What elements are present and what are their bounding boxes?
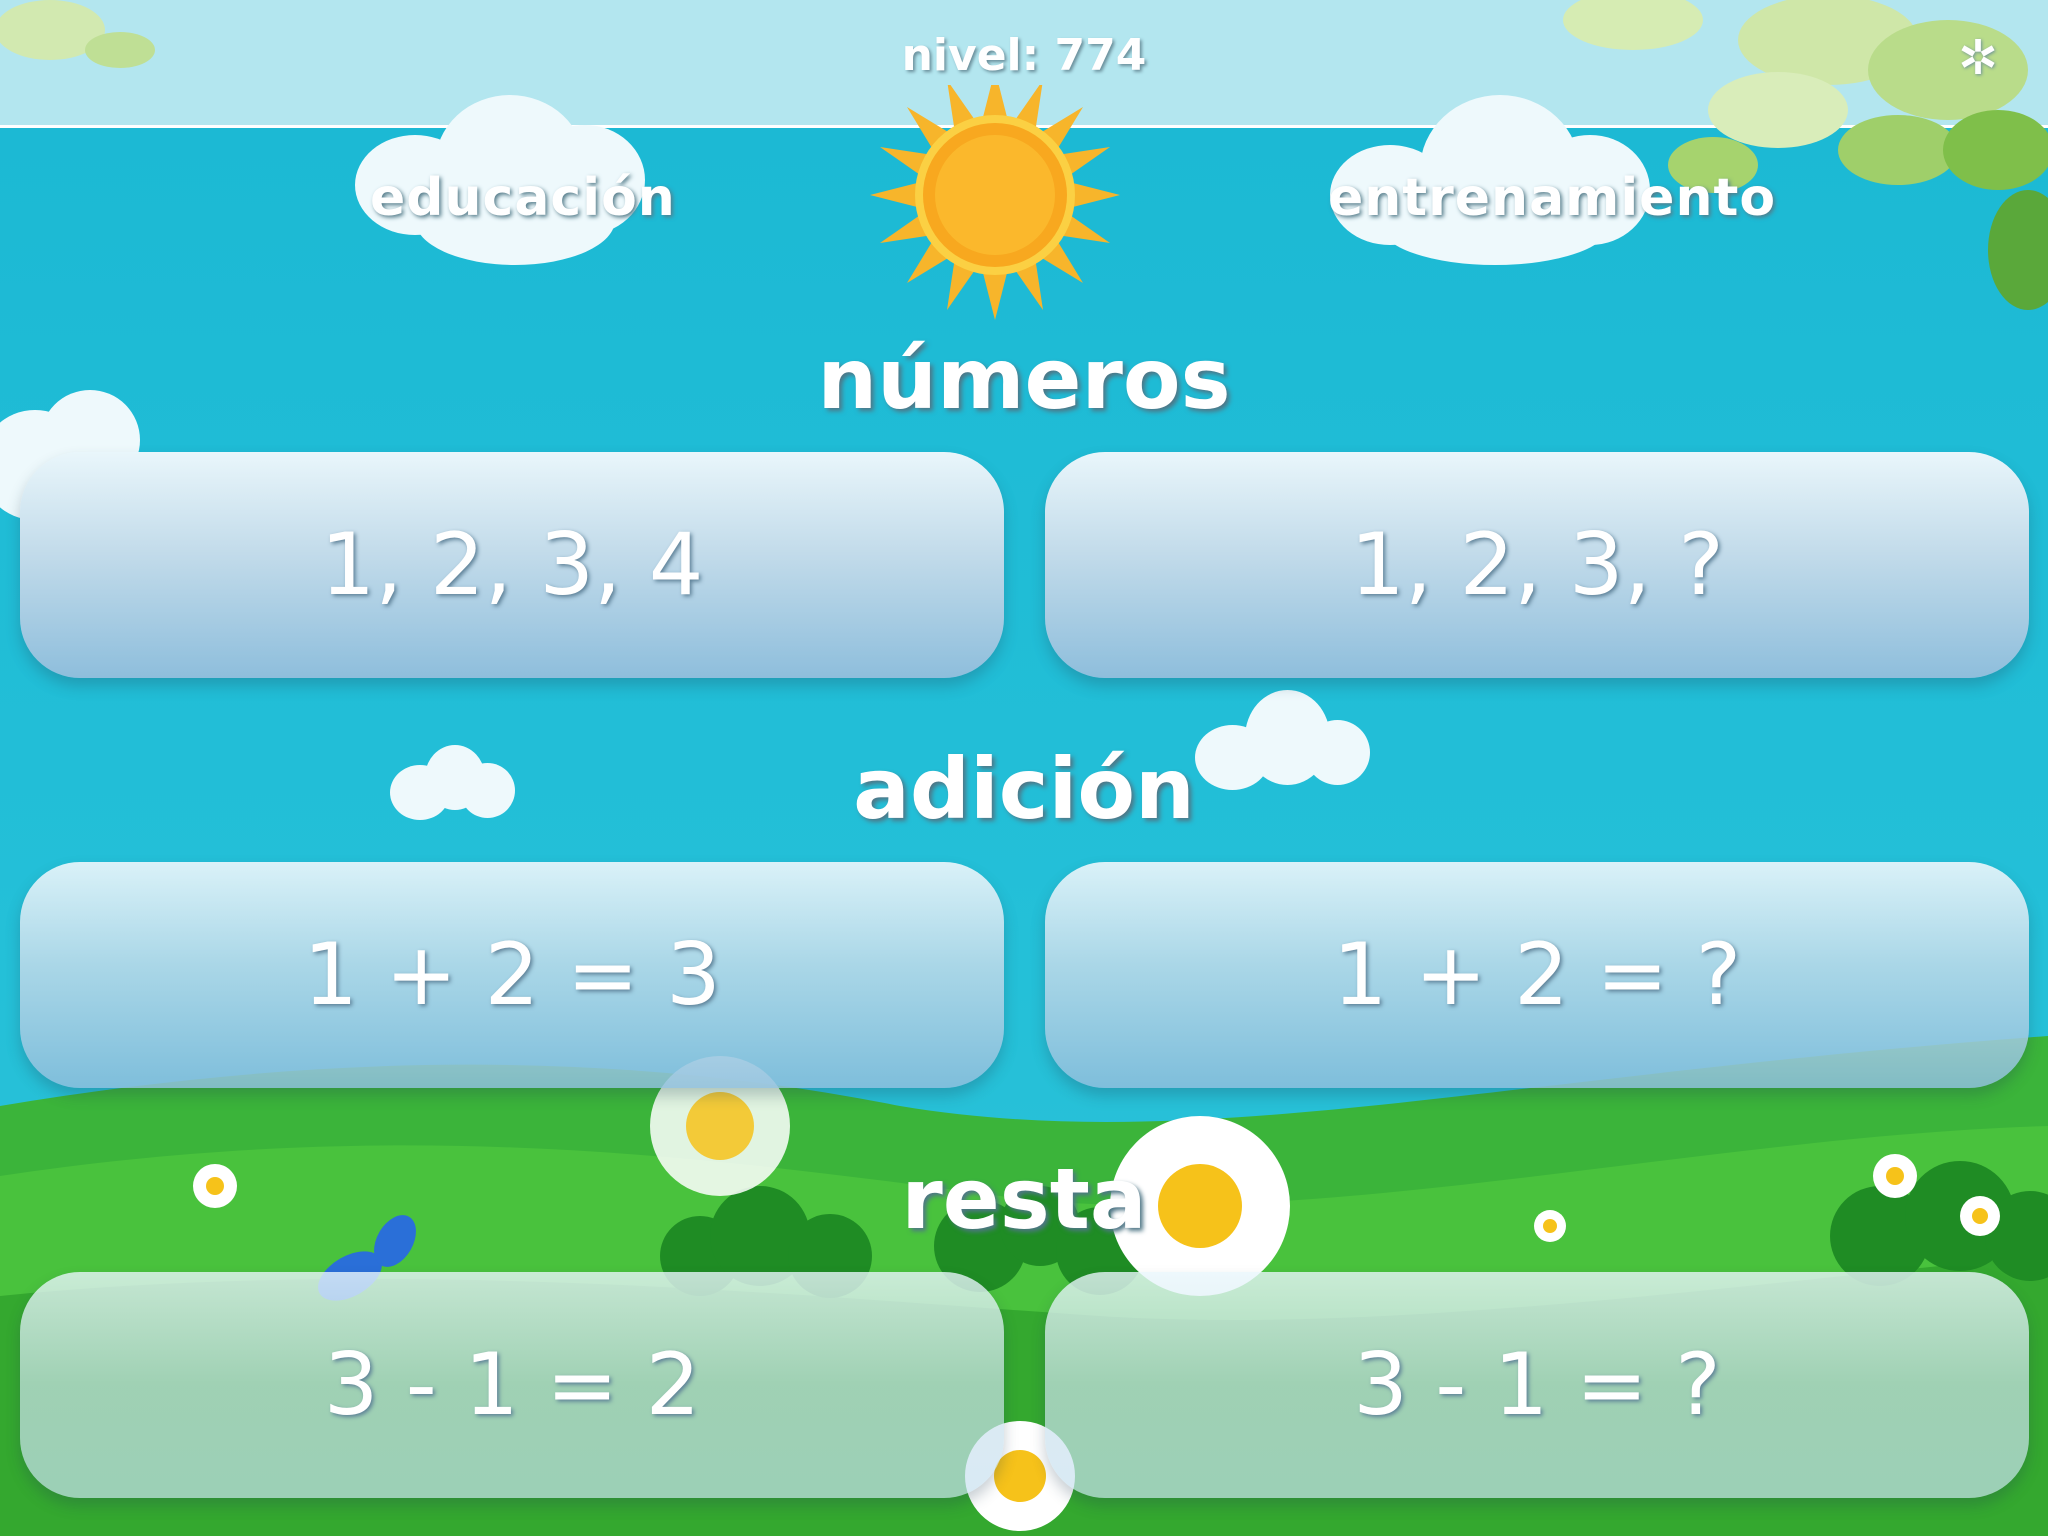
addition-learn-button[interactable]: 1 + 2 = 3: [20, 862, 1004, 1088]
subtraction-learn-button[interactable]: 3 - 1 = 2: [20, 1272, 1004, 1498]
settings-icon[interactable]: ✲: [1950, 30, 2006, 86]
tab-training[interactable]: entrenamiento: [1328, 168, 1776, 228]
section-title-subtraction: resta: [901, 1150, 1147, 1248]
numbers-learn-button[interactable]: 1, 2, 3, 4: [20, 452, 1004, 678]
section-title-numbers: números: [817, 330, 1231, 428]
addition-quiz-button[interactable]: 1 + 2 = ?: [1045, 862, 2029, 1088]
sun-illustration: [870, 85, 1120, 320]
level-indicator: nivel: 774: [901, 30, 1147, 81]
subtraction-quiz-button[interactable]: 3 - 1 = ?: [1045, 1272, 2029, 1498]
section-title-addition: adición: [853, 740, 1195, 838]
numbers-quiz-button[interactable]: 1, 2, 3, ?: [1045, 452, 2029, 678]
tab-education[interactable]: educación: [370, 168, 676, 228]
